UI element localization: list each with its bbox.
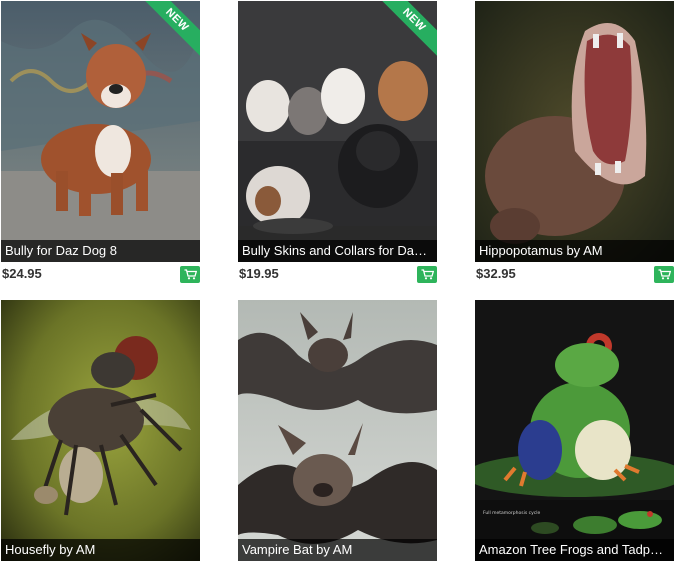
product-thumbnail-vampire-bat[interactable]: Vampire Bat by AM [238, 300, 437, 561]
product-thumbnail-amazon-tree-frogs[interactable]: Full metamorphosis cycle Amazon Tree Fro… [475, 300, 674, 561]
product-card: Housefly by AM [1, 300, 200, 561]
add-to-cart-button[interactable] [654, 266, 674, 283]
product-price: $32.95 [476, 266, 516, 281]
product-title[interactable]: Vampire Bat by AM [238, 539, 437, 561]
product-thumbnail-bully-skins[interactable]: NEW Bully Skins and Collars for Daz Dog … [238, 1, 437, 262]
product-title[interactable]: Bully Skins and Collars for Daz Dog 8 [238, 240, 437, 262]
bully-dog-image [1, 1, 200, 262]
product-card: Vampire Bat by AM [238, 300, 437, 561]
shopping-cart-icon [658, 269, 671, 280]
tadpole-caption: Full metamorphosis cycle [483, 510, 540, 516]
shopping-cart-icon [421, 269, 434, 280]
hippopotamus-image [475, 1, 674, 262]
housefly-image [1, 300, 200, 561]
product-card: NEW Bully for Daz Dog 8 $24.95 [1, 1, 200, 287]
product-thumbnail-hippopotamus[interactable]: Hippopotamus by AM [475, 1, 674, 262]
product-card: Hippopotamus by AM $32.95 [475, 1, 674, 287]
product-title[interactable]: Bully for Daz Dog 8 [1, 240, 200, 262]
add-to-cart-button[interactable] [180, 266, 200, 283]
shopping-cart-icon [184, 269, 197, 280]
product-price: $24.95 [2, 266, 42, 281]
product-card: NEW Bully Skins and Collars for Daz Dog … [238, 1, 437, 287]
product-thumbnail-housefly[interactable]: Housefly by AM [1, 300, 200, 561]
product-title[interactable]: Housefly by AM [1, 539, 200, 561]
add-to-cart-button[interactable] [417, 266, 437, 283]
product-card: Full metamorphosis cycle Amazon Tree Fro… [475, 300, 674, 561]
product-title[interactable]: Hippopotamus by AM [475, 240, 674, 262]
bully-skins-image [238, 1, 437, 262]
vampire-bat-image [238, 300, 437, 561]
product-thumbnail-bully-dog[interactable]: NEW Bully for Daz Dog 8 [1, 1, 200, 262]
price-row: $32.95 [475, 263, 674, 287]
product-price: $19.95 [239, 266, 279, 281]
price-row: $19.95 [238, 263, 437, 287]
price-row: $24.95 [1, 263, 200, 287]
product-title[interactable]: Amazon Tree Frogs and Tadpoles by AM [475, 539, 674, 561]
amazon-tree-frogs-image: Full metamorphosis cycle [475, 300, 674, 561]
